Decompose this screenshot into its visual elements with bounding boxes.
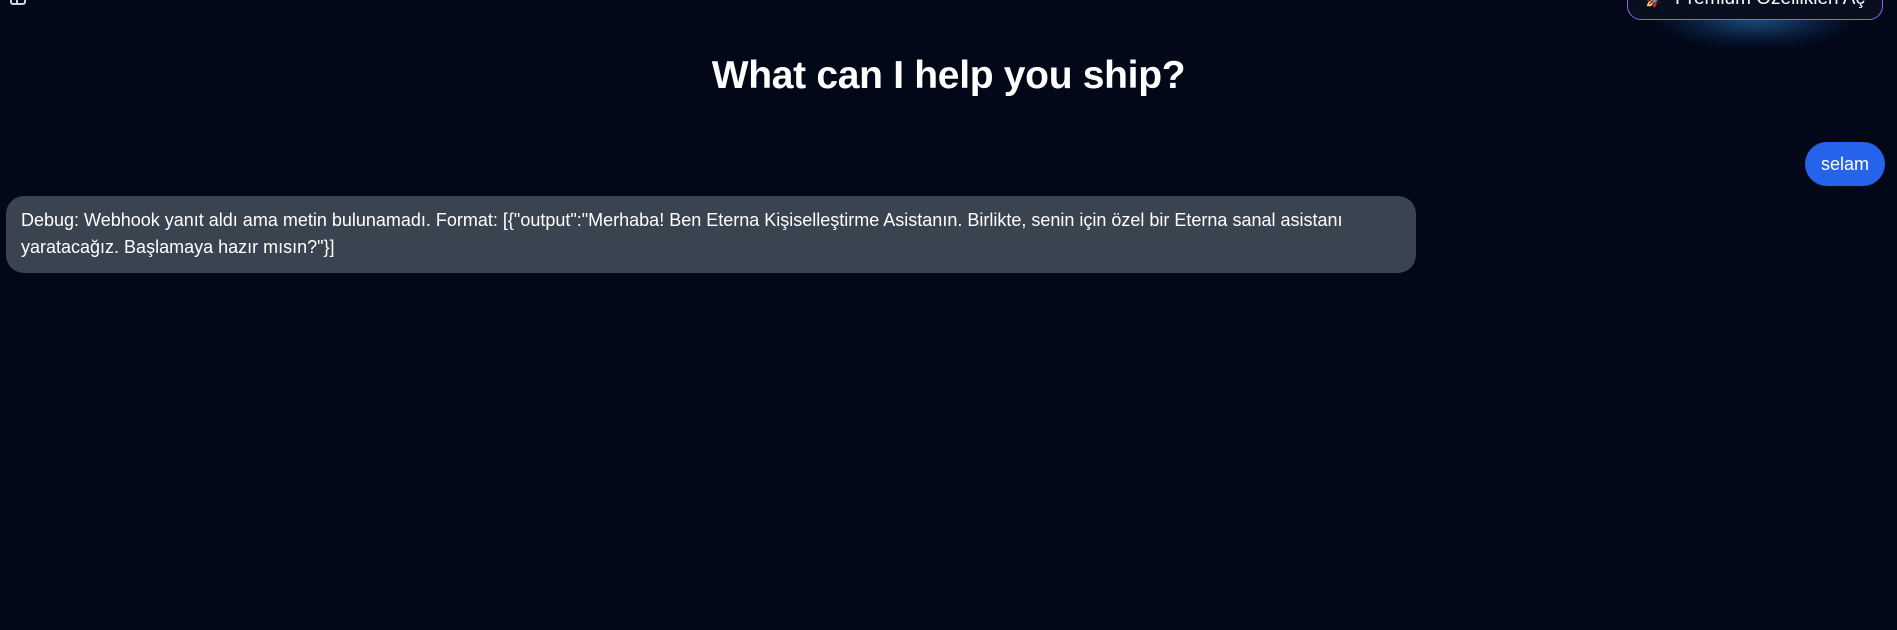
sidebar-toggle-icon[interactable] xyxy=(10,0,26,5)
rocket-icon: 🚀 xyxy=(1645,0,1665,9)
premium-features-button[interactable]: 🚀 Premium Özellikleri Aç xyxy=(1627,0,1883,20)
user-message-text: selam xyxy=(1820,153,1869,174)
page-title: What can I help you ship? xyxy=(711,54,1186,97)
assistant-message-bubble: Debug: Webhook yanıt aldı ama metin bulu… xyxy=(6,196,1416,273)
assistant-message-text: Debug: Webhook yanıt aldı ama metin bulu… xyxy=(21,210,1343,257)
premium-button-label: Premium Özellikleri Aç xyxy=(1675,0,1865,10)
user-message-bubble: selam xyxy=(1804,142,1885,186)
